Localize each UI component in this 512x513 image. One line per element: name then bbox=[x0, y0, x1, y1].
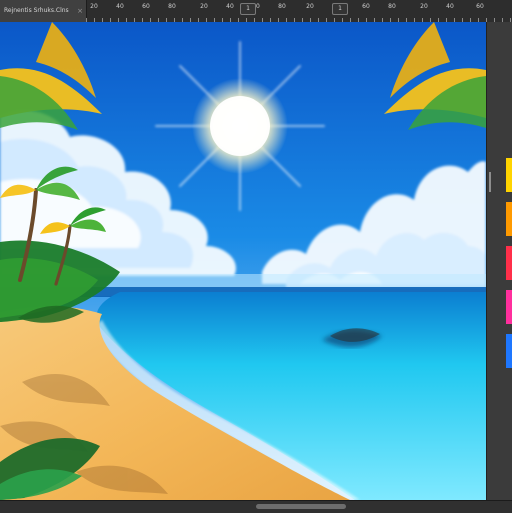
status-bar bbox=[0, 500, 512, 513]
ruler-label: 60 bbox=[142, 3, 150, 10]
ruler-label: 40 bbox=[116, 3, 124, 10]
horizontal-ruler[interactable]: 20406080204060802040608020406011 bbox=[86, 0, 512, 22]
ruler-label: 60 bbox=[362, 3, 370, 10]
top-bar: Rejnentis Srhuks.Clns × 20 40 60 80 20 40 60 80… bbox=[0, 0, 512, 23]
color-swatch[interactable] bbox=[506, 202, 512, 236]
panel-grip[interactable] bbox=[489, 172, 491, 192]
ruler-label: 40 bbox=[446, 3, 454, 10]
canvas[interactable] bbox=[0, 22, 486, 500]
ruler-label: 20 bbox=[200, 3, 208, 10]
ruler-label: 80 bbox=[278, 3, 286, 10]
horizontal-scrollbar-thumb[interactable] bbox=[256, 504, 346, 509]
ruler-box: 1 bbox=[332, 3, 348, 15]
document-tab[interactable]: Rejnentis Srhuks.Clns × bbox=[0, 0, 87, 22]
color-swatch[interactable] bbox=[506, 158, 512, 192]
ruler-label: 60 bbox=[476, 3, 484, 10]
beach-artwork bbox=[0, 22, 486, 500]
color-swatch[interactable] bbox=[506, 246, 512, 280]
right-panel-strip bbox=[486, 22, 512, 500]
color-swatch[interactable] bbox=[506, 334, 512, 368]
ruler-label: 80 bbox=[168, 3, 176, 10]
document-tab-title: Rejnentis Srhuks.Clns bbox=[4, 7, 69, 14]
ruler-label: 20 bbox=[306, 3, 314, 10]
ruler-label: 80 bbox=[388, 3, 396, 10]
ruler-label: 20 bbox=[90, 3, 98, 10]
ruler-label: 20 bbox=[420, 3, 428, 10]
ruler-box: 1 bbox=[240, 3, 256, 15]
color-swatch[interactable] bbox=[506, 290, 512, 324]
